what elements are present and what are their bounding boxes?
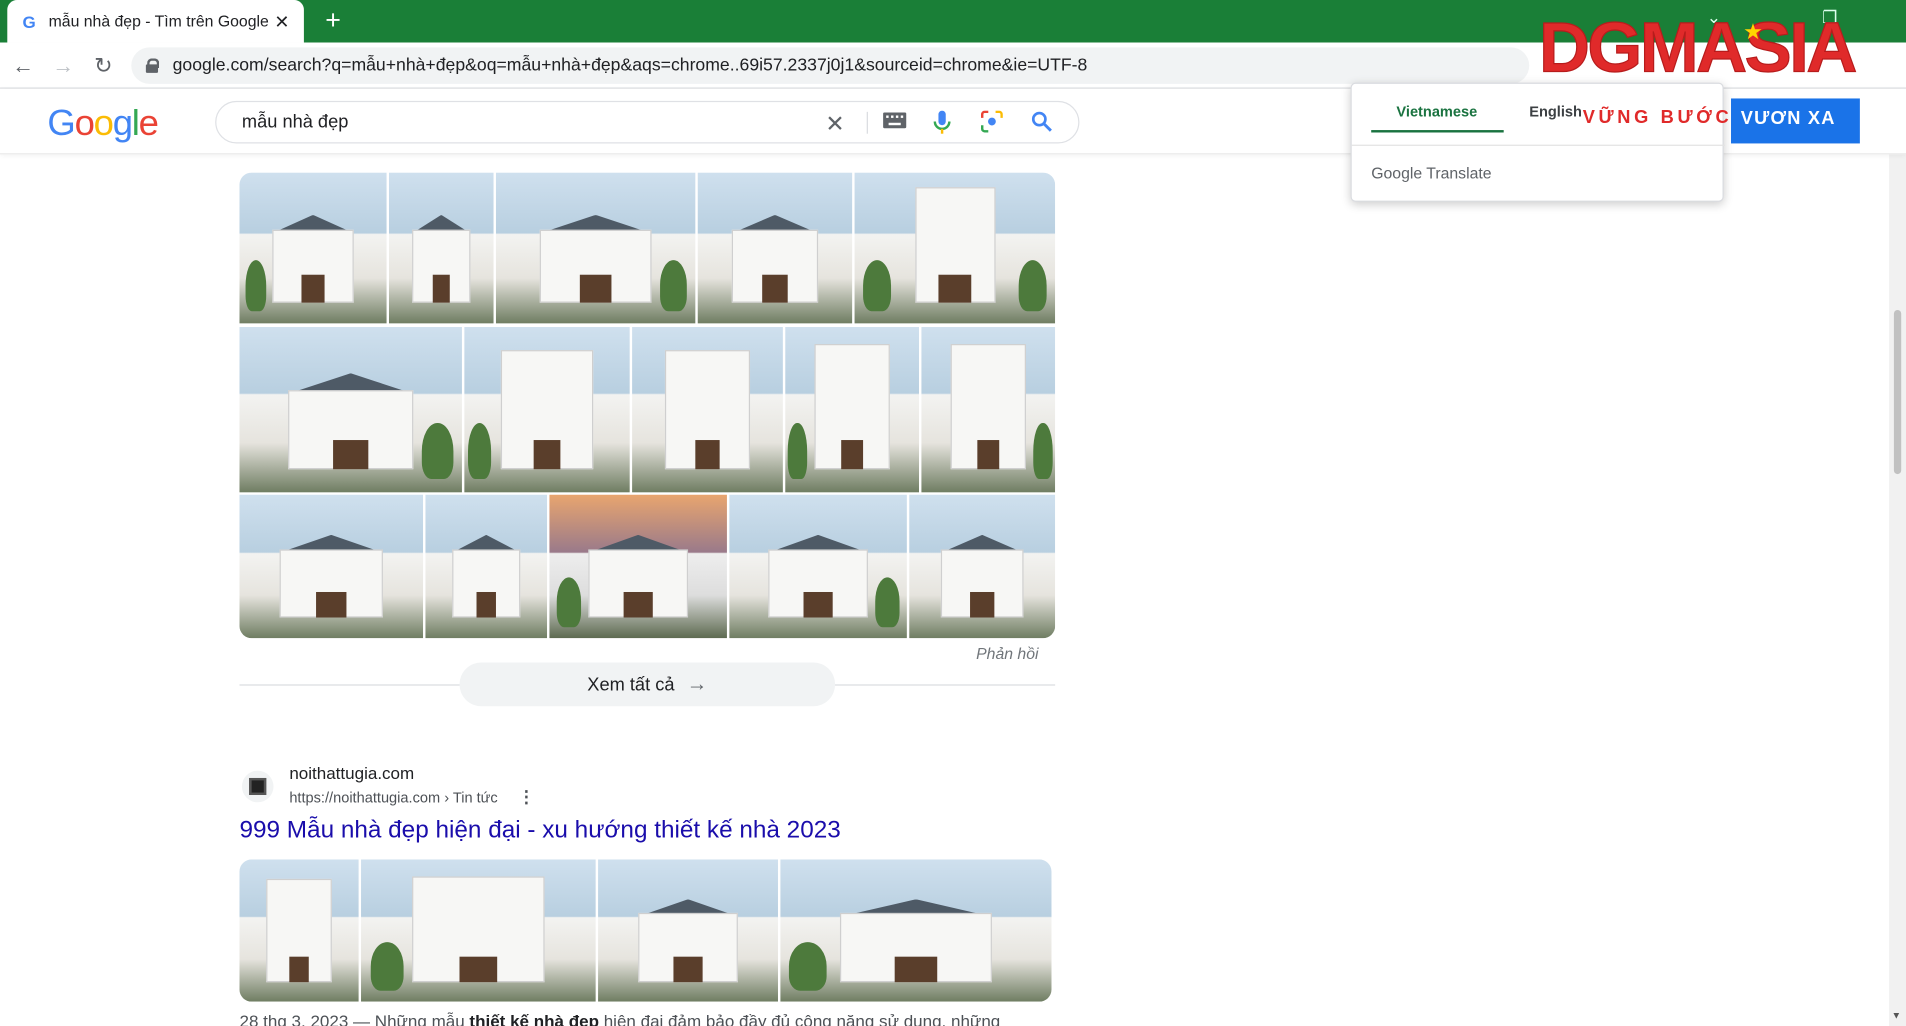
- see-all-button[interactable]: Xem tất cả →: [459, 662, 836, 707]
- feedback-link[interactable]: Phản hồi: [976, 644, 1038, 662]
- reload-button[interactable]: ↻: [89, 51, 118, 80]
- result-title-link[interactable]: 999 Mẫu nhà đẹp hiện đại - xu hướng thiế…: [239, 817, 840, 845]
- watermark-slogan-box: VƯƠN XA: [1731, 98, 1860, 144]
- image-thumbnail[interactable]: [909, 494, 1056, 639]
- tab-title: mẫu nhà đẹp - Tìm trên Google: [48, 12, 269, 31]
- watermark-slogan: VỮNG BƯỚC: [1582, 106, 1733, 128]
- address-url[interactable]: google.com/search?q=mẫu+nhà+đẹp&oq=mẫu+n…: [173, 56, 1088, 75]
- address-bar[interactable]: google.com/search?q=mẫu+nhà+đẹp&oq=mẫu+n…: [131, 47, 1530, 84]
- translate-tab-vietnamese[interactable]: Vietnamese: [1371, 103, 1502, 120]
- search-box[interactable]: mẫu nhà đẹp ✕: [215, 100, 1080, 144]
- image-thumbnail[interactable]: [854, 172, 1056, 324]
- image-thumbnail[interactable]: [361, 859, 596, 1002]
- site-favicon-icon[interactable]: [241, 770, 274, 803]
- logo-letter: e: [138, 103, 159, 144]
- image-thumbnail[interactable]: [729, 494, 907, 639]
- search-icon[interactable]: [1028, 111, 1055, 139]
- image-thumbnail[interactable]: [921, 326, 1056, 493]
- image-thumbnail[interactable]: [495, 172, 696, 324]
- back-button[interactable]: ←: [9, 51, 38, 80]
- image-thumbnail[interactable]: [239, 494, 424, 639]
- star-icon: ★: [1743, 19, 1763, 44]
- image-thumbnail[interactable]: [425, 494, 548, 639]
- forward-button[interactable]: →: [49, 51, 78, 80]
- clear-search-icon[interactable]: ✕: [822, 111, 849, 139]
- keyboard-icon[interactable]: [881, 111, 908, 135]
- google-translate-brand: Google Translate: [1371, 164, 1492, 183]
- snippet-date: 28 thg 3, 2023: [239, 1011, 349, 1026]
- new-tab-button[interactable]: +: [318, 7, 347, 36]
- lens-camera-icon[interactable]: [979, 110, 1006, 139]
- logo-letter: o: [74, 103, 95, 144]
- result-snippet: 28 thg 3, 2023 — Những mẫu thiết kế nhà …: [239, 1011, 1000, 1026]
- image-thumbnail[interactable]: [632, 326, 783, 493]
- image-thumbnail[interactable]: [785, 326, 919, 493]
- logo-letter: g: [112, 103, 133, 144]
- google-logo[interactable]: Google: [47, 103, 159, 144]
- snippet-text: hiện đại đảm bảo đầy đủ công năng sử dụn…: [598, 1011, 1001, 1026]
- scroll-down-arrow-icon[interactable]: ▼: [1891, 1010, 1901, 1021]
- image-results-grid: [239, 172, 1056, 639]
- active-tab-indicator: [1371, 130, 1504, 133]
- image-thumbnail[interactable]: [464, 326, 630, 493]
- scrollbar-thumb[interactable]: [1893, 309, 1902, 475]
- microphone-icon[interactable]: [929, 110, 956, 141]
- image-thumbnail[interactable]: [549, 494, 727, 639]
- image-thumbnail[interactable]: [697, 172, 853, 324]
- watermark-brand: DGMASIA: [1538, 8, 1858, 88]
- result-site-url[interactable]: https://noithattugia.com › Tin tức: [289, 789, 497, 806]
- google-favicon-icon: G: [22, 11, 36, 31]
- image-thumbnail[interactable]: [388, 172, 494, 324]
- logo-letter: G: [47, 103, 75, 144]
- image-thumbnail[interactable]: [239, 172, 387, 324]
- see-all-label: Xem tất cả: [587, 674, 675, 695]
- search-input[interactable]: mẫu nhà đẹp: [242, 112, 348, 133]
- arrow-right-icon: →: [686, 672, 708, 696]
- image-thumbnail[interactable]: [239, 326, 462, 493]
- image-thumbnail[interactable]: [598, 859, 778, 1002]
- result-site-name[interactable]: noithattugia.com: [289, 763, 414, 782]
- image-thumbnail[interactable]: [780, 859, 1052, 1002]
- more-options-icon[interactable]: ⋮: [518, 786, 535, 807]
- watermark-logo: DGMASIA ★ VỮNG BƯỚC VƯƠN XA: [1534, 7, 1899, 148]
- snippet-highlight: thiết kế nhà đẹp: [469, 1011, 599, 1026]
- image-thumbnail[interactable]: [239, 859, 359, 1002]
- logo-letter: o: [93, 103, 114, 144]
- tab-close-icon[interactable]: ✕: [272, 10, 291, 33]
- result-image-strip: [239, 859, 1052, 1002]
- lock-icon[interactable]: [145, 58, 160, 73]
- snippet-text: — Những mẫu: [348, 1011, 470, 1026]
- browser-window: G mẫu nhà đẹp - Tìm trên Google ✕ + ⌄ ❐ …: [0, 0, 1906, 1026]
- vertical-scrollbar[interactable]: ▼: [1889, 154, 1906, 1026]
- search-divider: [866, 111, 868, 134]
- browser-tab[interactable]: G mẫu nhà đẹp - Tìm trên Google ✕: [7, 0, 304, 43]
